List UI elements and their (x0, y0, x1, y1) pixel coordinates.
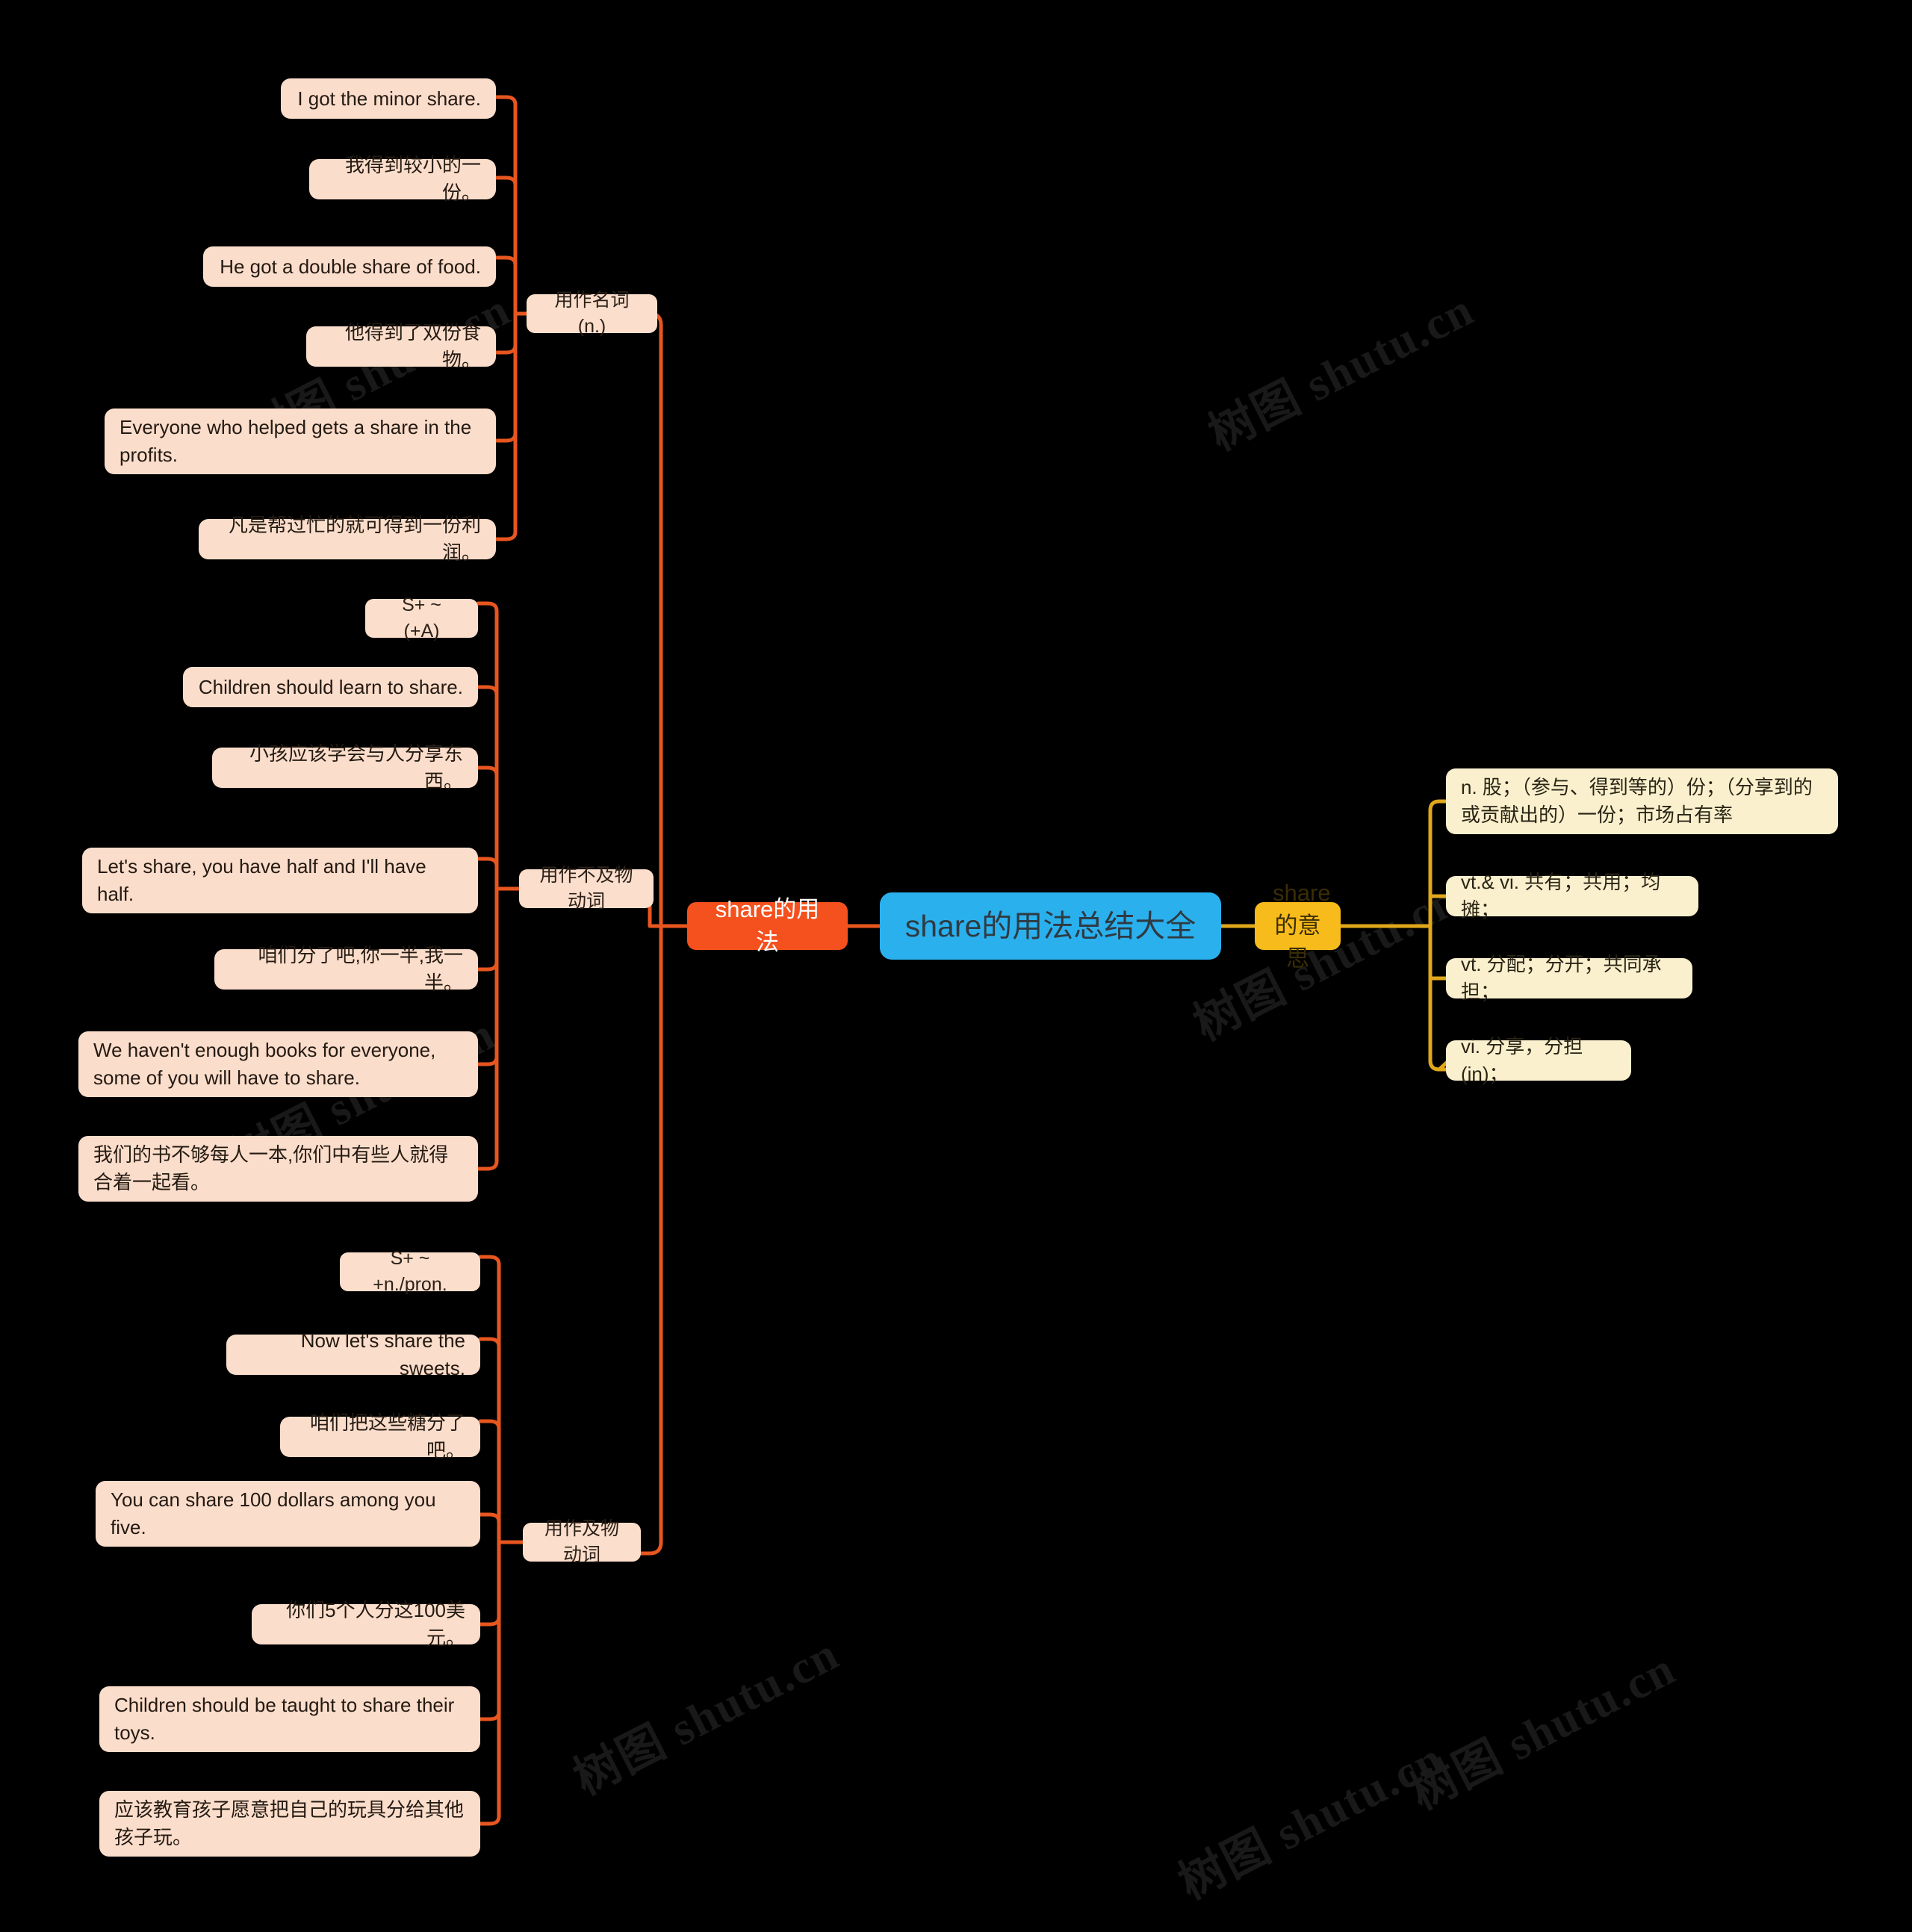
example-text: 应该教育孩子愿意把自己的玩具分给其他孩子玩。 (114, 1798, 465, 1848)
example-text: We haven't enough books for everyone, so… (93, 1039, 436, 1089)
pattern-text: S+ ~ (+A) (402, 594, 441, 642)
example-text: 你们5个人分这100美元。 (286, 1599, 465, 1649)
example-item[interactable]: You can share 100 dollars among you five… (96, 1481, 480, 1547)
category-transitive[interactable]: 用作及物动词 (523, 1518, 641, 1565)
mindmap-canvas: 树图 shutu.cn 树图 shutu.cn 树图 shutu.cn 树图 s… (0, 0, 1912, 1932)
root-label: share的用法总结大全 (904, 908, 1196, 943)
example-item[interactable]: 咱们分了吧,你一半,我一半。 (214, 944, 478, 994)
branch-usage-label: share的用法 (715, 895, 820, 955)
meaning-item[interactable]: vi. 分享，分担(in)； (1446, 1035, 1631, 1085)
example-item[interactable]: He got a double share of food. (203, 246, 496, 287)
example-item[interactable]: I got the minor share. (281, 78, 496, 119)
example-item[interactable]: 咱们把这些糖分了吧。 (280, 1411, 480, 1462)
meaning-text: vi. 分享，分担(in)； (1461, 1035, 1583, 1085)
meaning-text: vt. 分配；分开；共同承担； (1461, 953, 1662, 1003)
pattern-item[interactable]: S+ ~ (+A) (365, 594, 478, 642)
example-text: Children should learn to share. (198, 675, 463, 698)
example-text: Now let's share the sweets. (300, 1329, 465, 1379)
example-item[interactable]: 我们的书不够每人一本,你们中有些人就得合着一起看。 (78, 1136, 478, 1202)
branch-meaning-label: share的意思 (1273, 879, 1331, 972)
meaning-item[interactable]: vt. 分配；分开；共同承担； (1446, 953, 1692, 1003)
example-item[interactable]: Children should learn to share. (183, 667, 478, 707)
meaning-item[interactable]: vt.& vi. 共有；共用；均摊； (1446, 871, 1698, 921)
example-text: 小孩应该学会与人分享东西。 (249, 742, 463, 792)
example-text: Let's share, you have half and I'll have… (97, 855, 426, 905)
meaning-text: vt.& vi. 共有；共用；均摊； (1461, 871, 1661, 921)
example-text: He got a double share of food. (220, 255, 481, 278)
example-text: 咱们把这些糖分了吧。 (309, 1411, 465, 1462)
example-text: 我得到较小的一份。 (344, 154, 481, 204)
example-item[interactable]: We haven't enough books for everyone, so… (78, 1031, 478, 1097)
example-text: 咱们分了吧,你一半,我一半。 (258, 944, 463, 994)
example-item[interactable]: 我得到较小的一份。 (309, 154, 496, 204)
root-node[interactable]: share的用法总结大全 (880, 892, 1221, 960)
example-item[interactable]: 他得到了双份食物。 (306, 321, 496, 371)
example-item[interactable]: Let's share, you have half and I'll have… (82, 848, 478, 913)
pattern-text: S+ ~ +n./pron. (373, 1247, 447, 1296)
category-noun-label: 用作名词(n.) (554, 289, 630, 338)
example-text: 我们的书不够每人一本,你们中有些人就得合着一起看。 (93, 1143, 449, 1193)
branch-usage[interactable]: share的用法 (687, 896, 848, 955)
example-text: Everyone who helped gets a share in the … (120, 416, 472, 466)
example-text: You can share 100 dollars among you five… (111, 1488, 436, 1538)
meaning-item[interactable]: n. 股；（参与、得到等的）份；（分享到的或贡献出的）一份；市场占有率 (1446, 768, 1838, 834)
example-item[interactable]: Everyone who helped gets a share in the … (105, 409, 496, 474)
example-text: Children should be taught to share their… (114, 1694, 455, 1744)
category-intransitive-label: 用作不及物动词 (539, 864, 633, 913)
example-text: 他得到了双份食物。 (344, 321, 481, 371)
category-transitive-label: 用作及物动词 (544, 1518, 619, 1566)
example-text: 凡是帮过忙的就可得到一份利润。 (228, 514, 481, 564)
pattern-item[interactable]: S+ ~ +n./pron. (340, 1248, 480, 1295)
example-item[interactable]: 应该教育孩子愿意把自己的玩具分给其他孩子玩。 (99, 1791, 480, 1857)
category-noun[interactable]: 用作名词(n.) (527, 290, 657, 337)
example-item[interactable]: Children should be taught to share their… (99, 1686, 480, 1752)
example-text: I got the minor share. (297, 87, 481, 110)
branch-meaning[interactable]: share的意思 (1255, 880, 1341, 972)
example-item[interactable]: 凡是帮过忙的就可得到一份利润。 (199, 514, 496, 564)
meaning-text: n. 股；（参与、得到等的）份；（分享到的或贡献出的）一份；市场占有率 (1461, 776, 1813, 826)
example-item[interactable]: 小孩应该学会与人分享东西。 (212, 742, 478, 792)
category-intransitive[interactable]: 用作不及物动词 (519, 865, 654, 912)
example-item[interactable]: 你们5个人分这100美元。 (252, 1599, 480, 1649)
example-item[interactable]: Now let's share the sweets. (226, 1329, 480, 1379)
